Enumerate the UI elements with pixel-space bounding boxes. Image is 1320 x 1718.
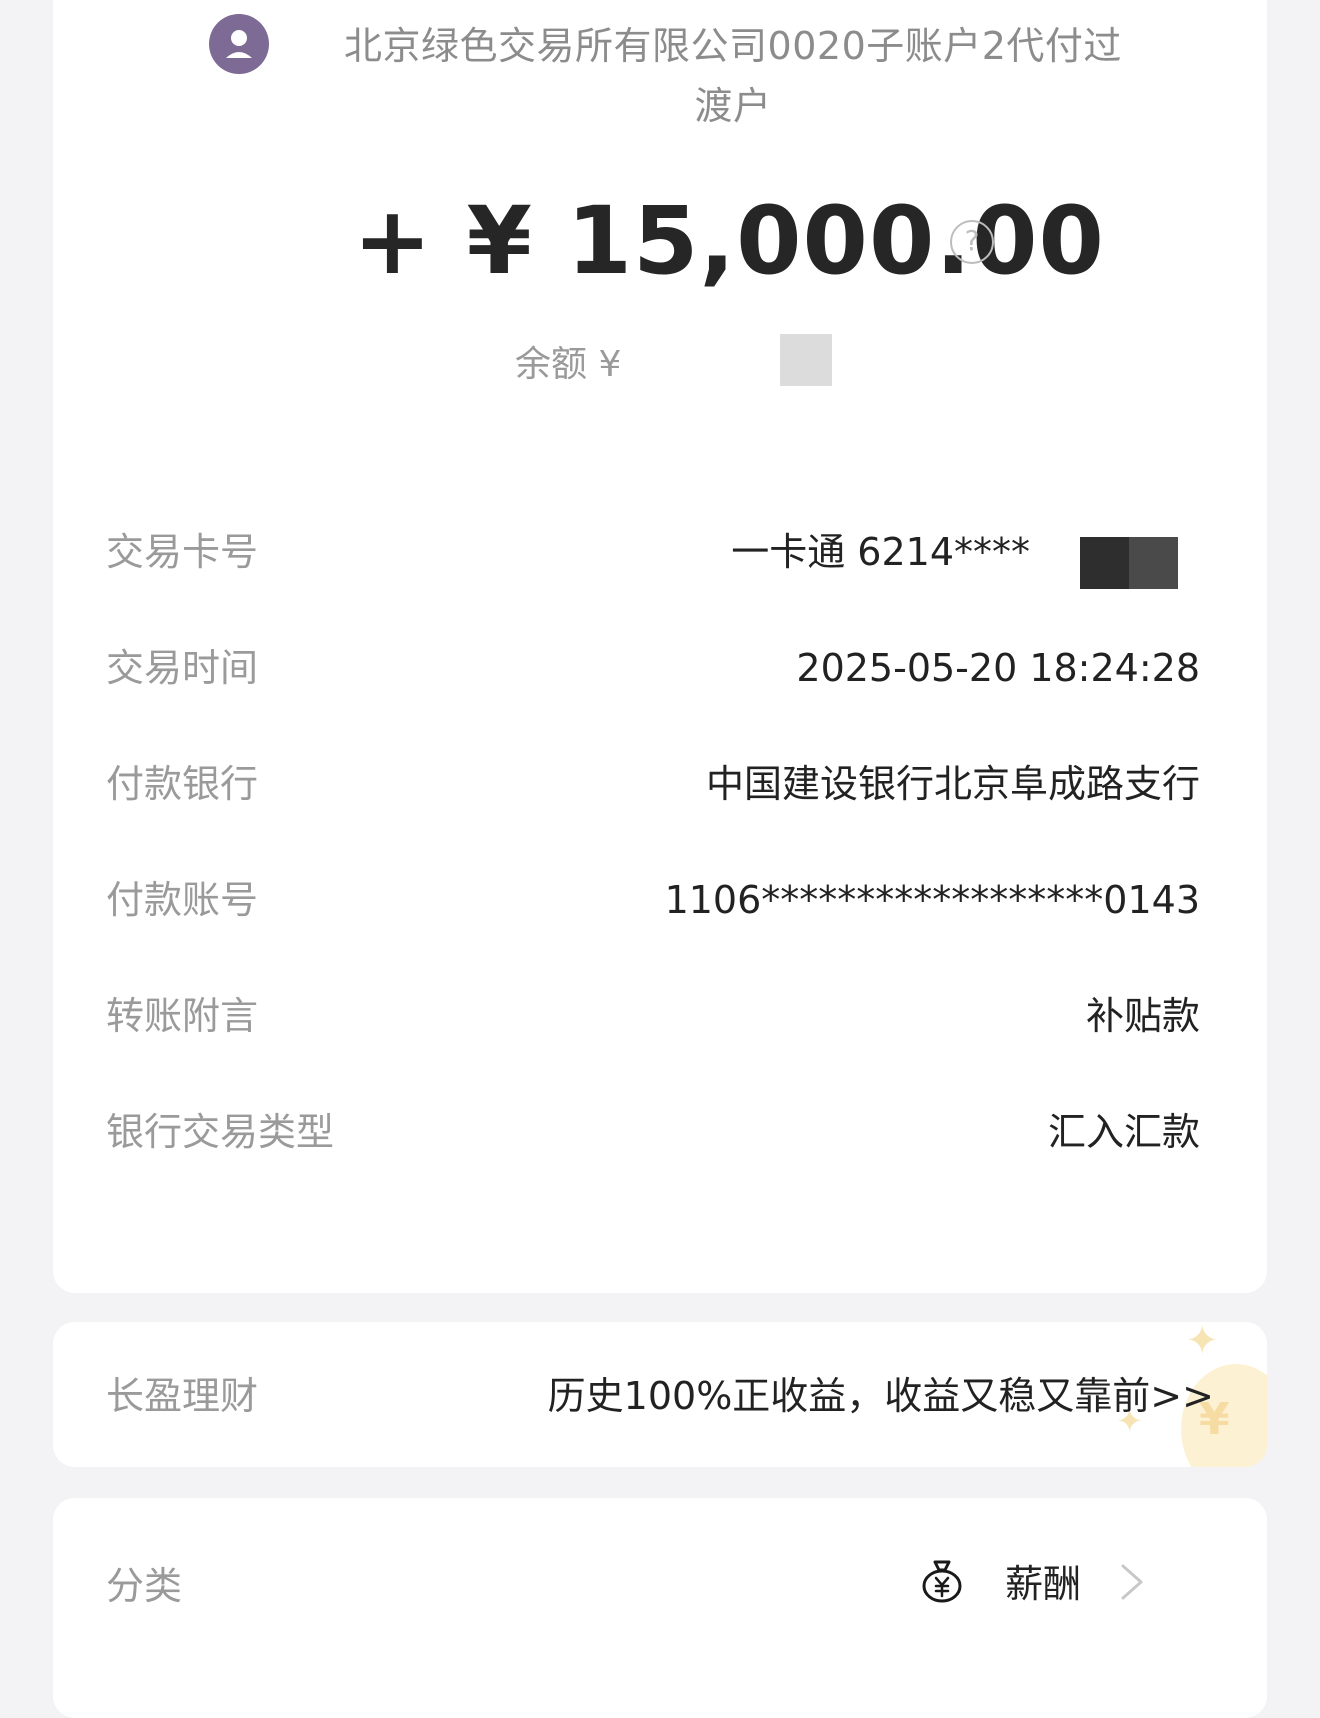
detail-row-time: 交易时间 2025-05-20 18:24:28 xyxy=(106,638,1200,698)
balance-label: 余额 ¥ xyxy=(515,344,622,385)
detail-label: 付款银行 xyxy=(106,762,259,806)
detail-label: 转账附言 xyxy=(106,994,259,1038)
category-label: 分类 xyxy=(106,1564,183,1608)
detail-value: 2025-05-20 18:24:28 xyxy=(796,646,1200,690)
detail-label: 交易时间 xyxy=(106,646,259,690)
promo-banner[interactable]: ✦ ✦ ¥ 长盈理财 历史100%正收益，收益又稳又靠前>> xyxy=(53,1322,1267,1467)
balance-redaction xyxy=(780,334,832,386)
card-number-redaction xyxy=(1080,537,1178,589)
detail-value: 汇入汇款 xyxy=(1047,1110,1200,1154)
detail-row-memo: 转账附言 补贴款 xyxy=(106,986,1200,1046)
merchant-name-continued: 渡户 xyxy=(293,74,1173,138)
detail-label: 交易卡号 xyxy=(106,530,259,574)
money-bag-icon xyxy=(918,1556,966,1604)
promo-label: 长盈理财 xyxy=(106,1374,259,1418)
chevron-right-icon[interactable] xyxy=(1113,1558,1153,1606)
sparkle-icon: ✦ xyxy=(1185,1322,1219,1364)
amount-row: + ¥ 15,000.00 ? xyxy=(53,192,1267,292)
detail-value: 中国建设银行北京阜成路支行 xyxy=(705,762,1200,806)
question-circle-icon[interactable]: ? xyxy=(950,220,994,264)
merchant-name-line1: 北京绿色交易所有限公司0020子账户2代付过 xyxy=(344,24,1122,68)
detail-row-payer-bank: 付款银行 中国建设银行北京阜成路支行 xyxy=(106,754,1200,814)
category-value: 薪酬 xyxy=(1005,1562,1082,1606)
detail-row-payer-account: 付款账号 1106******************0143 xyxy=(106,870,1200,930)
detail-label: 银行交易类型 xyxy=(106,1110,335,1154)
detail-value: 补贴款 xyxy=(1085,994,1200,1038)
detail-row-transaction-type: 银行交易类型 汇入汇款 xyxy=(106,1102,1200,1162)
user-avatar-icon xyxy=(209,14,269,74)
detail-row-card-number: 交易卡号 一卡通 6214**** xyxy=(106,522,1200,589)
detail-value: 1106******************0143 xyxy=(664,878,1200,922)
transaction-detail-card: 北京绿色交易所有限公司0020子账户2代付过 渡户 + ¥ 15,000.00 … xyxy=(53,0,1267,1293)
detail-value: 一卡通 6214**** xyxy=(731,530,1030,574)
detail-label: 付款账号 xyxy=(106,878,259,922)
promo-link[interactable]: 历史100%正收益，收益又稳又靠前>> xyxy=(548,1366,1214,1426)
category-row[interactable]: 分类 薪酬 xyxy=(53,1498,1267,1718)
merchant-name: 北京绿色交易所有限公司0020子账户2代付过 xyxy=(293,14,1173,78)
merchant-name-line2: 渡户 xyxy=(694,84,772,128)
